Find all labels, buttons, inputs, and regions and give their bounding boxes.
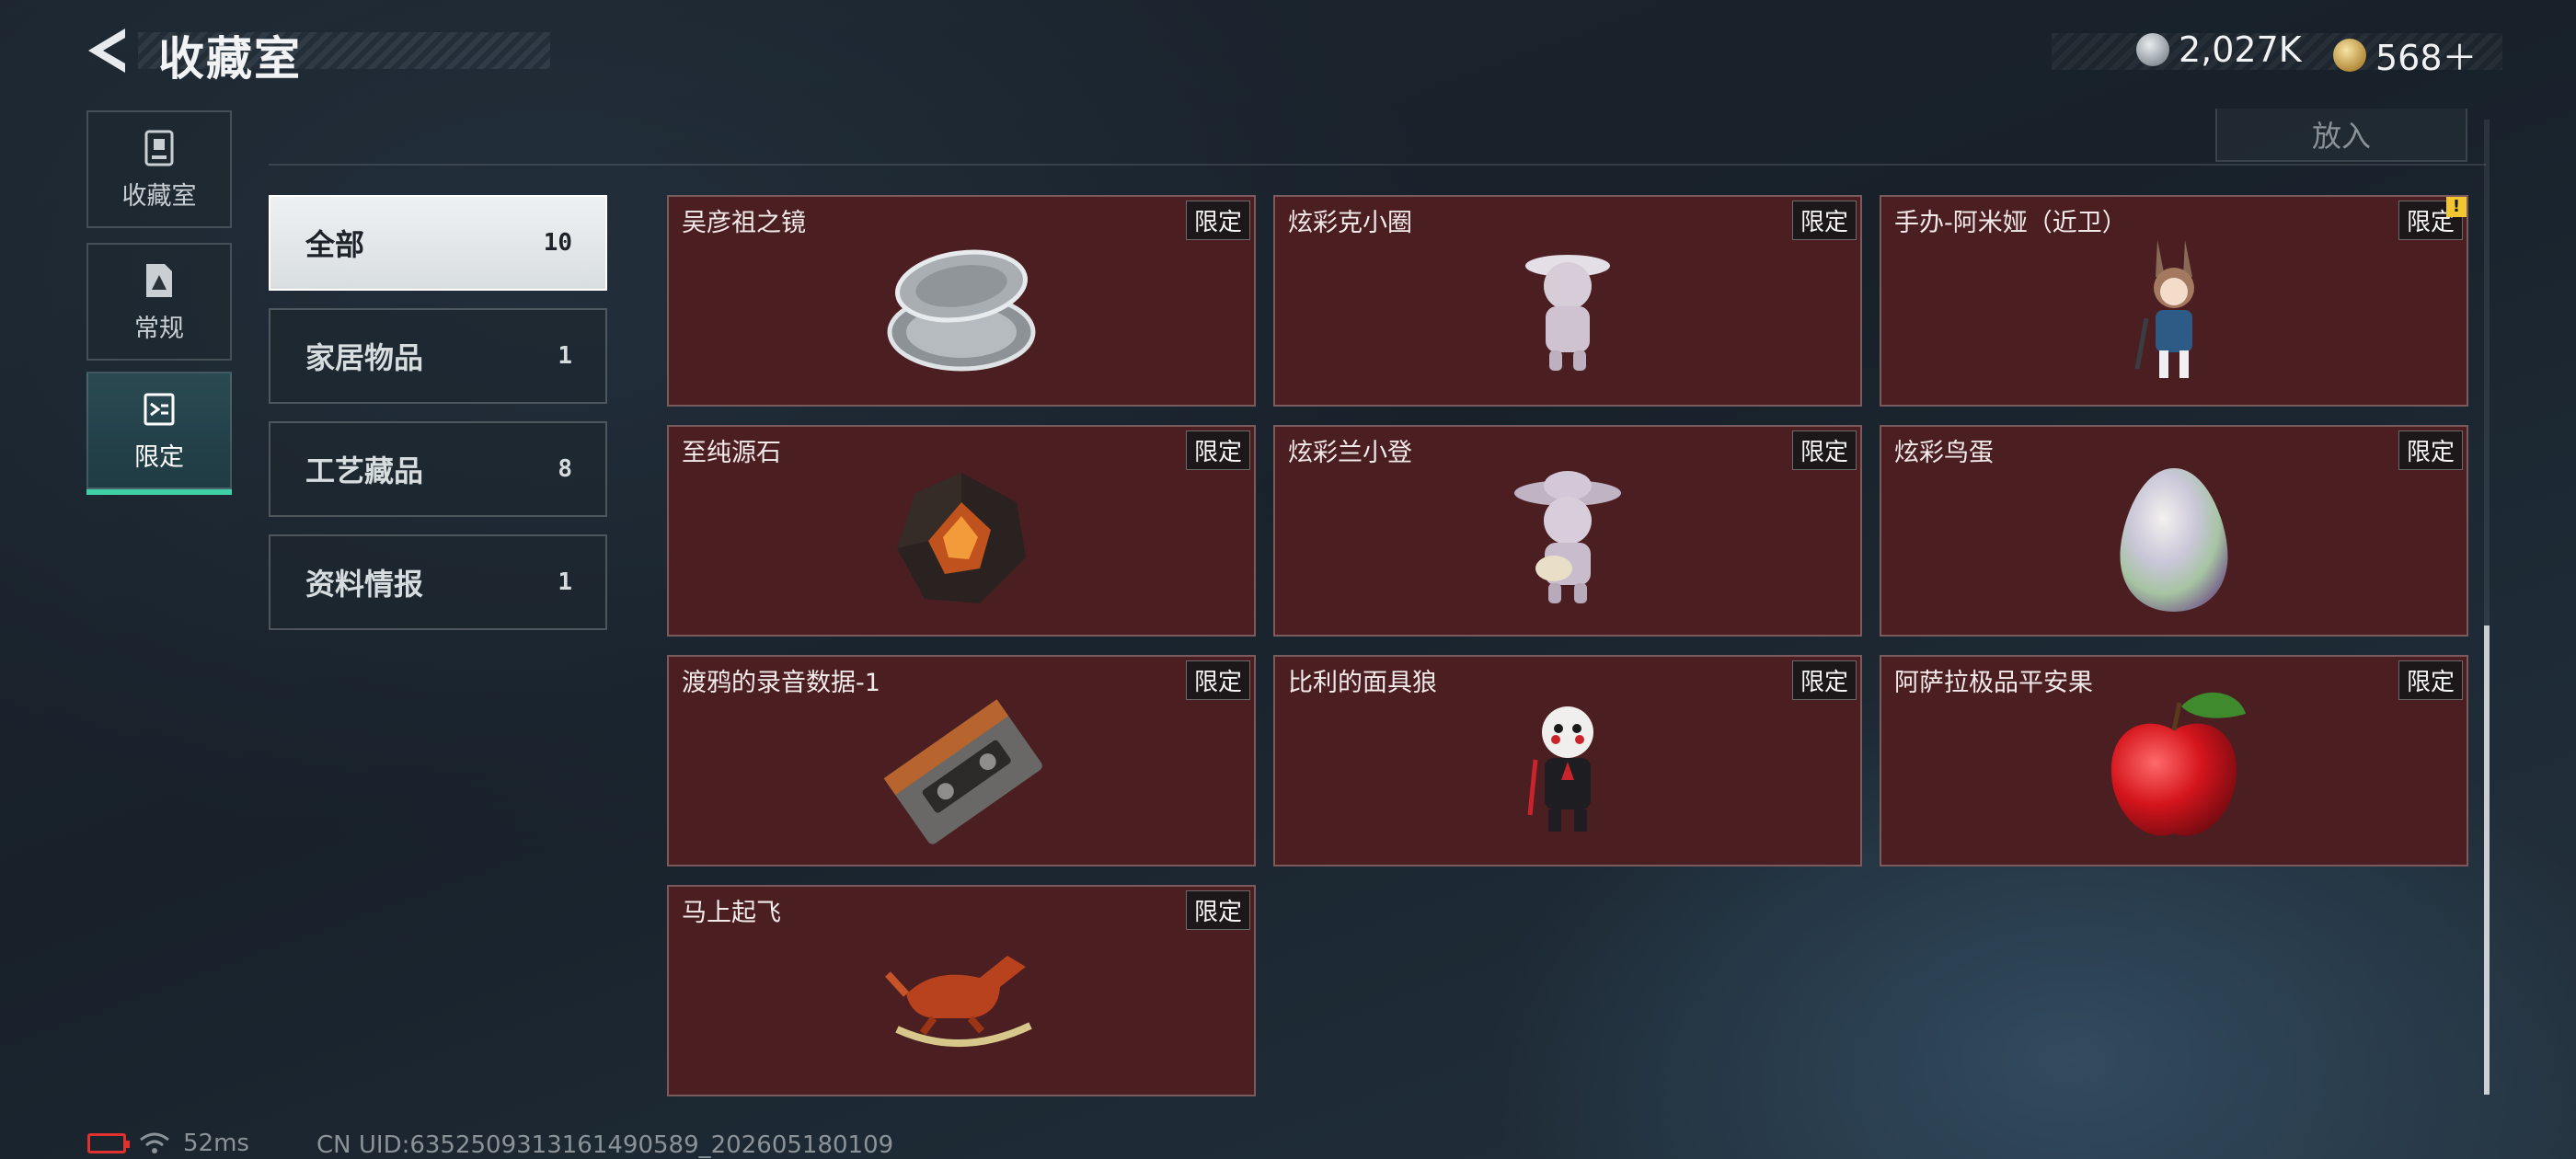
currency-silver[interactable]: 2,027K bbox=[2136, 29, 2302, 70]
item-card[interactable]: 炫彩鸟蛋 限定 bbox=[1880, 425, 2468, 637]
side-tab-collection[interactable]: 收藏室 bbox=[86, 110, 232, 228]
filter-count: 1 bbox=[558, 342, 572, 370]
filter-household[interactable]: 家居物品 1 bbox=[269, 308, 607, 404]
limited-tag: 限定 bbox=[1791, 660, 1857, 700]
filter-label: 全部 bbox=[305, 227, 365, 262]
sombrero-figurine-icon bbox=[1514, 471, 1621, 604]
filter-label: 资料情报 bbox=[305, 567, 424, 602]
item-card[interactable]: 渡鸦的录音数据-1 限定 bbox=[667, 655, 1256, 866]
limited-tag: 限定 bbox=[1791, 430, 1857, 470]
filter-all[interactable]: 全部 10 bbox=[269, 195, 607, 291]
item-name: 渡鸦的录音数据-1 bbox=[682, 669, 880, 697]
scrollbar-thumb[interactable] bbox=[2484, 625, 2490, 1095]
limited-tag: 限定 bbox=[1791, 201, 1857, 240]
divider bbox=[269, 164, 2486, 166]
side-tab-regular[interactable]: 常规 bbox=[86, 243, 232, 361]
item-name: 吴彦祖之镜 bbox=[682, 209, 806, 237]
item-name: 炫彩兰小登 bbox=[1288, 439, 1412, 467]
back-button[interactable] bbox=[83, 23, 138, 78]
item-card[interactable]: 吴彦祖之镜 限定 bbox=[667, 195, 1256, 407]
filter-label: 家居物品 bbox=[305, 340, 424, 375]
limited-tag: 限定 bbox=[1185, 201, 1250, 240]
document-icon bbox=[146, 263, 172, 297]
side-tab-label: 收藏室 bbox=[121, 181, 197, 211]
status-footer: 52ms bbox=[87, 1130, 249, 1157]
item-name: 手办-阿米娅（近卫） bbox=[1894, 209, 2127, 237]
user-uid: CN UID:6352509313161490589_202605180109 bbox=[316, 1131, 894, 1159]
item-card[interactable]: 至纯源石 限定 bbox=[667, 425, 1256, 637]
currency-gold[interactable]: 568＋ bbox=[2333, 29, 2478, 80]
apple-icon bbox=[2110, 692, 2246, 836]
crystal-stone-icon bbox=[897, 473, 1026, 604]
item-card[interactable]: 阿萨拉极品平安果 限定 bbox=[1880, 655, 2468, 866]
item-card[interactable]: 手办-阿米娅（近卫） 限定 ! bbox=[1880, 195, 2468, 407]
limited-tag: 限定 bbox=[2398, 430, 2463, 470]
item-name: 炫彩鸟蛋 bbox=[1894, 439, 1994, 467]
silver-amount: 2,027K bbox=[2179, 29, 2302, 70]
filter-count: 10 bbox=[543, 229, 572, 257]
rocking-horse-icon bbox=[885, 956, 1032, 1048]
battery-icon bbox=[87, 1133, 130, 1153]
figurine-icon bbox=[1525, 255, 1610, 372]
filter-count: 8 bbox=[558, 455, 572, 483]
side-tab-label: 限定 bbox=[134, 442, 184, 472]
limited-tag: 限定 bbox=[2398, 660, 2463, 700]
item-name: 至纯源石 bbox=[682, 439, 781, 467]
side-tab-label: 常规 bbox=[134, 314, 184, 343]
wifi-icon bbox=[140, 1132, 169, 1153]
active-tab-indicator bbox=[86, 489, 232, 495]
item-name: 比利的面具狼 bbox=[1288, 669, 1437, 697]
item-card[interactable]: 炫彩兰小登 限定 bbox=[1273, 425, 1862, 637]
egg-icon bbox=[2120, 468, 2228, 613]
item-name: 炫彩克小圈 bbox=[1288, 209, 1412, 237]
limited-tag: 限定 bbox=[1185, 660, 1250, 700]
limited-icon bbox=[144, 393, 175, 425]
gold-coin-icon bbox=[2333, 38, 2366, 72]
page-title: 收藏室 bbox=[158, 32, 302, 86]
filter-crafts[interactable]: 工艺藏品 8 bbox=[269, 421, 607, 517]
gold-amount: 568＋ bbox=[2375, 38, 2478, 78]
limited-tag: 限定 bbox=[1185, 890, 1250, 930]
ping-value: 52ms bbox=[183, 1130, 249, 1157]
back-arrow-icon bbox=[88, 29, 125, 73]
silver-coin-icon bbox=[2136, 33, 2169, 66]
place-button[interactable]: 放入 bbox=[2215, 109, 2467, 162]
item-card[interactable]: 炫彩克小圈 限定 bbox=[1273, 195, 1862, 407]
filter-intel[interactable]: 资料情报 1 bbox=[269, 534, 607, 630]
puppet-figure-icon bbox=[1527, 706, 1593, 832]
item-name: 阿萨拉极品平安果 bbox=[1894, 669, 2093, 697]
limited-tag: 限定 bbox=[1185, 430, 1250, 470]
item-card[interactable]: 马上起飞 限定 bbox=[667, 885, 1256, 1096]
anime-figure-icon bbox=[2134, 240, 2194, 379]
filter-label: 工艺藏品 bbox=[305, 453, 424, 488]
cassette-tape-icon bbox=[883, 699, 1042, 844]
item-card[interactable]: 比利的面具狼 限定 bbox=[1273, 655, 1862, 866]
item-name: 马上起飞 bbox=[682, 899, 781, 927]
side-tab-limited[interactable]: 限定 bbox=[86, 372, 232, 495]
trophy-room-icon bbox=[144, 130, 174, 166]
compact-mirror-icon bbox=[887, 249, 1036, 372]
filter-count: 1 bbox=[558, 568, 572, 596]
alert-icon: ! bbox=[2446, 197, 2467, 217]
